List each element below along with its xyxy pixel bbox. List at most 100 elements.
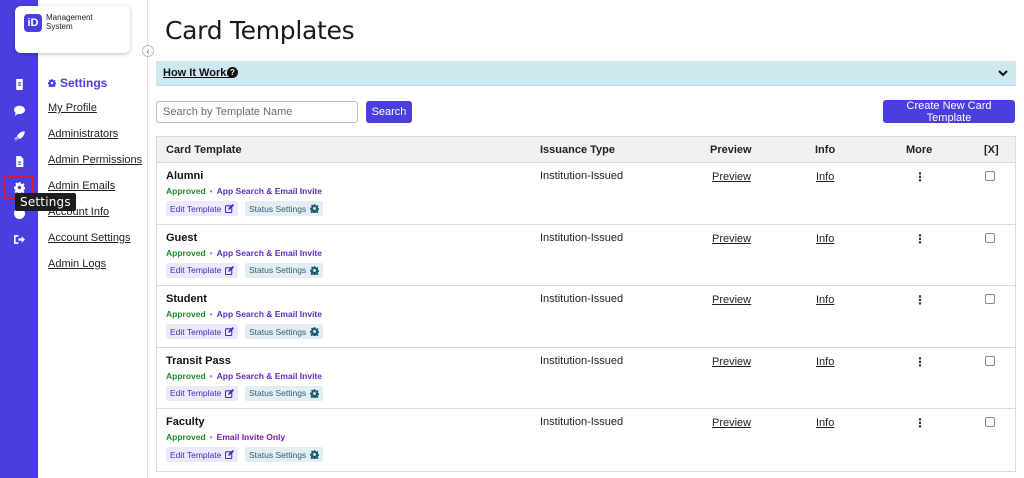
how-it-works-banner[interactable]: How It Works ?: [156, 61, 1016, 86]
table-row: Student Approved • App Search & Email Invi…: [157, 286, 1015, 348]
more-options-icon[interactable]: ⋮: [914, 356, 926, 368]
status-settings-button[interactable]: Status Settings: [245, 324, 324, 339]
preview-link[interactable]: Preview: [712, 417, 751, 429]
edit-template-button[interactable]: Edit Template: [166, 447, 239, 462]
header-preview: Preview: [710, 144, 752, 156]
row-select-checkbox[interactable]: [985, 232, 995, 243]
templates-table: Card Template Issuance Type Preview Info…: [156, 136, 1016, 472]
page-title: Card Templates: [165, 16, 355, 45]
preview-link[interactable]: Preview: [712, 294, 751, 306]
info-link[interactable]: Info: [816, 294, 834, 306]
approval-status: Approved: [166, 309, 206, 319]
more-options-icon[interactable]: ⋮: [914, 233, 926, 245]
create-template-button[interactable]: Create New Card Template: [883, 100, 1015, 124]
header-issuance-type: Issuance Type: [540, 144, 615, 156]
status-line: Approved • App Search & Email Invite: [166, 248, 322, 258]
template-name: Faculty: [166, 416, 205, 428]
more-options-icon[interactable]: ⋮: [914, 294, 926, 306]
chevron-down-icon[interactable]: [998, 68, 1008, 78]
separator-dot: •: [209, 186, 213, 196]
status-settings-label: Status Settings: [249, 388, 307, 398]
gear-icon: [310, 265, 320, 275]
preview-link[interactable]: Preview: [712, 171, 751, 183]
edit-template-label: Edit Template: [170, 326, 222, 337]
row-select-checkbox[interactable]: [985, 294, 995, 304]
how-it-works-label[interactable]: How It Works: [163, 67, 232, 79]
logo-text: Management System: [46, 13, 93, 31]
gear-icon: [48, 79, 56, 87]
table-row: Faculty Approved • Email Invite Only Edit …: [157, 409, 1015, 471]
approval-status: Approved: [166, 247, 206, 258]
nav-admin-permissions[interactable]: Admin Permissions: [48, 154, 142, 166]
rocket-icon[interactable]: [6, 126, 32, 146]
header-more: More: [906, 144, 933, 156]
edit-icon: [225, 204, 235, 213]
edit-icon: [225, 327, 235, 336]
settings-panel-title: Settings: [48, 76, 107, 90]
document-icon[interactable]: [6, 74, 32, 94]
edit-icon: [225, 388, 235, 398]
edit-template-label: Edit Template: [170, 449, 222, 460]
app-logo[interactable]: iD Management System: [15, 6, 130, 53]
template-name: Transit Pass: [166, 354, 231, 367]
app-root: Settings My Profile Administrators Admin…: [0, 0, 1024, 478]
file-icon[interactable]: [6, 151, 32, 171]
more-options-icon[interactable]: ⋮: [914, 171, 926, 183]
status-settings-label: Status Settings: [249, 265, 307, 275]
status-settings-button[interactable]: Status Settings: [245, 447, 324, 462]
nav-admin-emails[interactable]: Admin Emails: [48, 180, 115, 192]
preview-link[interactable]: Preview: [712, 356, 751, 368]
search-input[interactable]: [156, 101, 358, 123]
row-select-checkbox[interactable]: [985, 355, 995, 366]
info-link[interactable]: Info: [816, 233, 834, 245]
preview-link[interactable]: Preview: [712, 233, 751, 245]
table-row: Alumni Approved • App Search & Email Invit…: [157, 163, 1015, 225]
table-body: Alumni Approved • App Search & Email Invit…: [157, 163, 1015, 471]
issuance-type: Institution-Issued: [540, 170, 624, 182]
nav-my-profile[interactable]: My Profile: [48, 102, 97, 114]
logout-icon[interactable]: [6, 229, 32, 249]
issuance-method: App Search & Email Invite: [216, 370, 322, 381]
row-select-checkbox[interactable]: [985, 171, 995, 181]
issuance-method: App Search & Email Invite: [216, 186, 322, 196]
issuance-method: Email Invite Only: [216, 432, 286, 442]
edit-icon: [225, 450, 235, 459]
status-settings-button[interactable]: Status Settings: [245, 262, 324, 278]
gear-icon: [310, 204, 320, 213]
row-select-checkbox[interactable]: [985, 417, 995, 427]
edit-template-label: Edit Template: [170, 203, 222, 214]
separator-dot: •: [209, 247, 213, 258]
status-settings-button[interactable]: Status Settings: [245, 385, 324, 401]
edit-template-label: Edit Template: [170, 388, 222, 398]
nav-account-settings[interactable]: Account Settings: [48, 232, 131, 244]
status-settings-label: Status Settings: [249, 326, 307, 337]
table-header: Card Template Issuance Type Preview Info…: [157, 137, 1015, 163]
status-settings-button[interactable]: Status Settings: [245, 201, 324, 216]
info-link[interactable]: Info: [816, 417, 834, 429]
collapse-sidebar-button[interactable]: ‹: [142, 45, 154, 57]
approval-status: Approved: [166, 432, 206, 442]
approval-status: Approved: [166, 186, 206, 196]
edit-template-button[interactable]: Edit Template: [166, 385, 239, 401]
separator-dot: •: [209, 370, 213, 381]
more-options-icon[interactable]: ⋮: [914, 417, 926, 429]
info-link[interactable]: Info: [816, 171, 834, 183]
chat-icon[interactable]: [6, 100, 32, 120]
edit-icon: [225, 265, 235, 275]
header-info: Info: [815, 144, 836, 156]
issuance-type: Institution-Issued: [540, 354, 624, 367]
nav-administrators[interactable]: Administrators: [48, 128, 118, 140]
edit-template-button[interactable]: Edit Template: [166, 201, 239, 216]
search-button[interactable]: Search: [366, 101, 412, 123]
gear-icon: [310, 327, 320, 336]
logo-badge: iD: [24, 14, 42, 32]
nav-admin-logs[interactable]: Admin Logs: [48, 258, 106, 270]
template-name: Guest: [166, 231, 198, 244]
edit-template-button[interactable]: Edit Template: [166, 324, 239, 339]
edit-template-label: Edit Template: [170, 265, 222, 275]
info-link[interactable]: Info: [816, 356, 834, 368]
status-line: Approved • Email Invite Only: [166, 432, 285, 442]
edit-template-button[interactable]: Edit Template: [166, 262, 239, 278]
issuance-method: App Search & Email Invite: [216, 247, 322, 258]
icon-rail: [0, 0, 38, 478]
